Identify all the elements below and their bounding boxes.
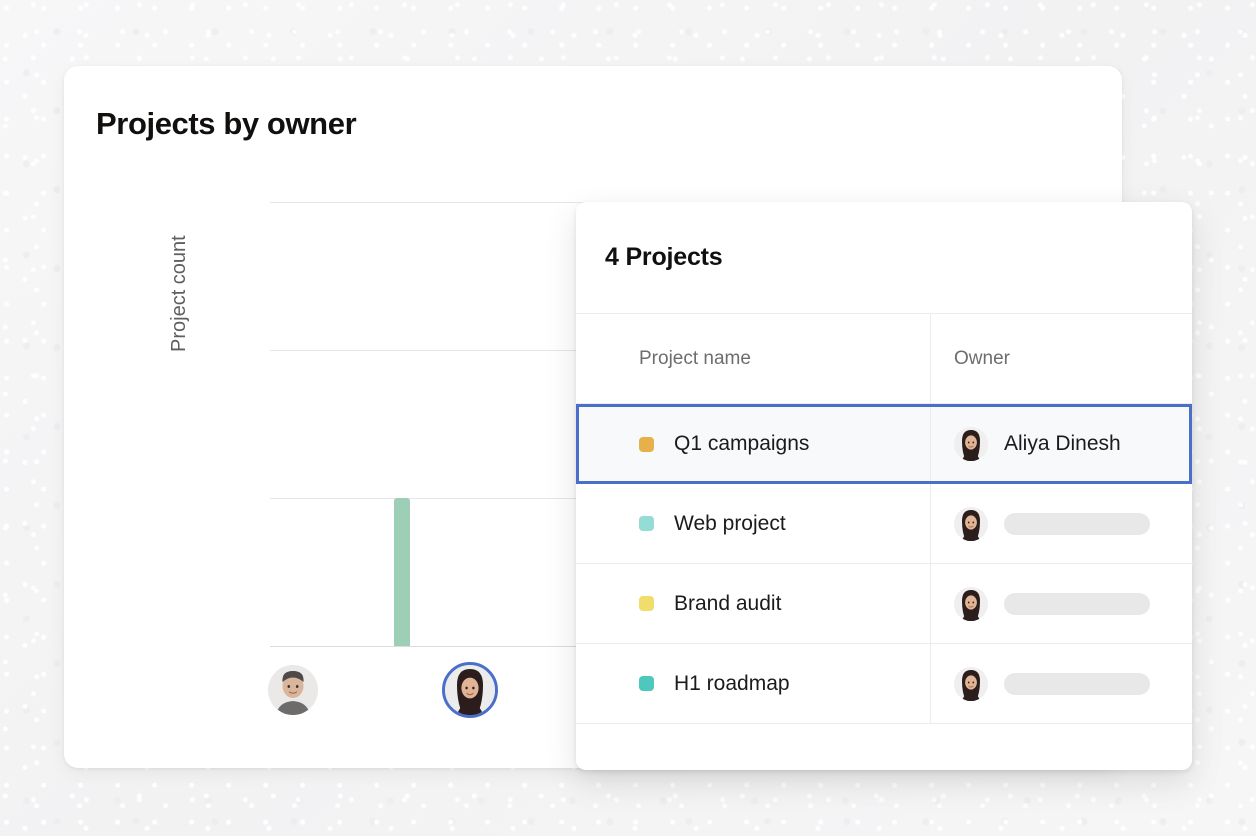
owner-avatar xyxy=(954,586,988,621)
x-axis-avatar-owner-1[interactable] xyxy=(268,665,318,715)
cell-owner xyxy=(930,484,1192,563)
project-name-label: H1 roadmap xyxy=(674,671,790,695)
person-avatar-icon xyxy=(954,586,988,621)
table-row[interactable]: Brand audit xyxy=(576,564,1192,644)
person-avatar-icon xyxy=(954,427,988,461)
project-name-label: Web project xyxy=(674,511,786,535)
cell-owner xyxy=(930,564,1192,643)
table-header-row: Project name Owner xyxy=(576,314,1192,404)
person-avatar-icon xyxy=(445,665,495,715)
projects-detail-panel: 4 Projects Project name Owner Q1 campaig… xyxy=(576,202,1192,770)
cell-project-name: Q1 campaigns xyxy=(579,407,930,481)
table-body: Q1 campaigns Aliya Dinesh Web project Brand… xyxy=(576,404,1192,724)
owner-name-placeholder xyxy=(1004,592,1150,615)
project-color-dot-icon xyxy=(639,676,654,691)
owner-avatar xyxy=(954,427,988,461)
y-axis-label: Project count xyxy=(168,235,190,352)
cell-project-name: Brand audit xyxy=(576,564,930,643)
x-axis-avatar-owner-2[interactable] xyxy=(442,662,498,718)
project-color-dot-icon xyxy=(639,596,654,611)
owner-avatar xyxy=(954,506,988,541)
page-title: Projects by owner xyxy=(96,106,357,141)
person-avatar-icon xyxy=(954,506,988,541)
project-color-dot-icon xyxy=(639,516,654,531)
cell-owner: Aliya Dinesh xyxy=(930,407,1189,481)
person-avatar-icon xyxy=(954,666,988,701)
project-color-dot-icon xyxy=(639,436,654,452)
chart-bar-stem xyxy=(393,498,410,646)
table-row[interactable]: Q1 campaigns Aliya Dinesh xyxy=(576,404,1192,484)
column-header-project-name: Project name xyxy=(639,347,751,369)
table-row[interactable]: Web project xyxy=(576,484,1192,564)
panel-title: 4 Projects xyxy=(605,243,723,271)
table-row[interactable]: H1 roadmap xyxy=(576,644,1192,724)
column-header-owner: Owner xyxy=(930,314,1192,403)
panel-header: 4 Projects xyxy=(576,202,1192,314)
projects-table: Project name Owner Q1 campaigns Aliya Din… xyxy=(576,314,1192,724)
project-name-label: Q1 campaigns xyxy=(674,432,810,455)
owner-avatar xyxy=(954,666,988,701)
owner-name-label: Aliya Dinesh xyxy=(1004,432,1121,455)
cell-project-name: H1 roadmap xyxy=(576,644,930,723)
person-avatar-icon xyxy=(268,665,318,715)
owner-name-placeholder xyxy=(1004,512,1150,535)
owner-name-placeholder xyxy=(1004,672,1150,695)
project-name-label: Brand audit xyxy=(674,591,782,615)
cell-owner xyxy=(930,644,1192,723)
cell-project-name: Web project xyxy=(576,484,930,563)
